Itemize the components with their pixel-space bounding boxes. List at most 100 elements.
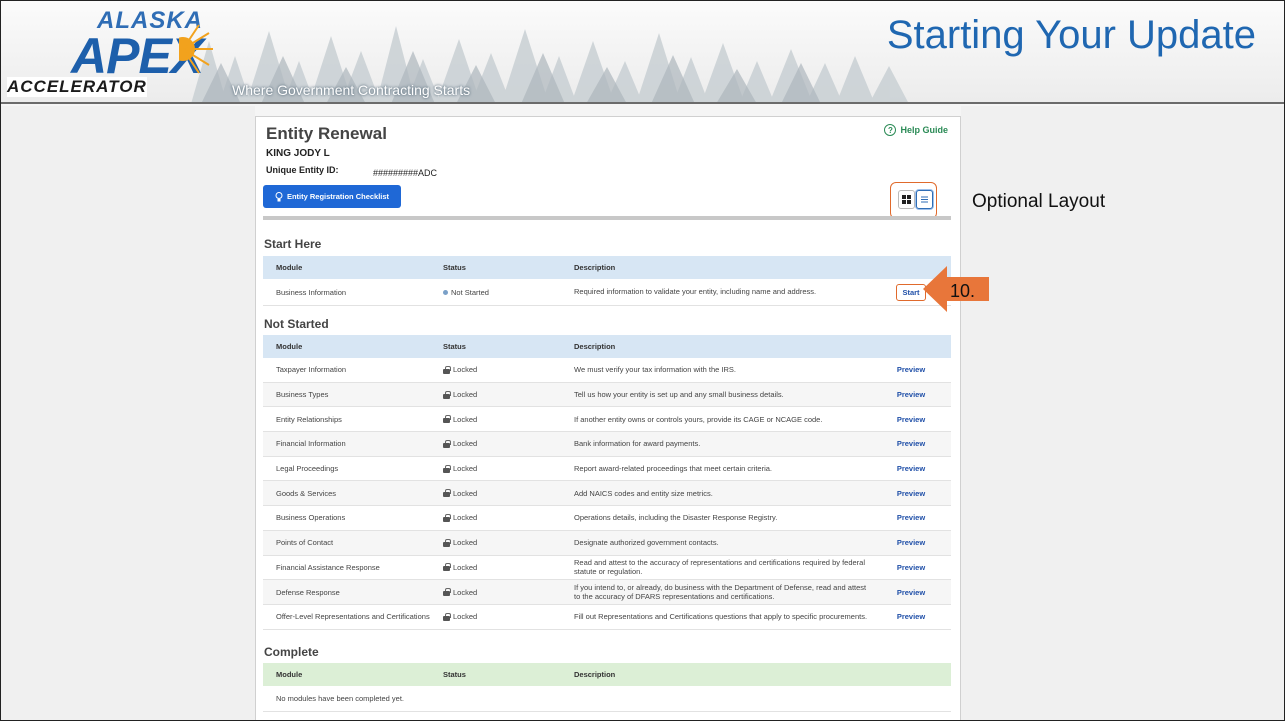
sun-burst-icon [179,24,213,74]
lock-icon [443,538,451,547]
start-button[interactable]: Start [896,283,926,301]
module-name: Financial Information [276,439,346,449]
lock-icon [443,588,451,597]
module-description: Tell us how your entity is set up and an… [574,389,784,399]
left-background [1,106,255,720]
logo-accelerator-text: ACCELERATOR [7,77,147,97]
section-title-not-started: Not Started [264,317,329,331]
question-circle-icon: ? [884,124,897,136]
help-guide-link[interactable]: ? Help Guide [884,124,948,136]
module-name: Points of Contact [276,538,334,548]
section-title-complete: Complete [264,645,319,659]
preview-link[interactable]: Preview [897,390,925,399]
module-name: Business Operations [276,513,346,523]
module-description: Bank information for award payments. [574,439,701,449]
preview-link[interactable]: Preview [897,489,925,498]
module-description: We must verify your tax information with… [574,365,737,375]
lightbulb-icon [275,191,283,201]
grid-view-button[interactable] [898,190,915,209]
status-text: Locked [453,587,478,597]
table-row: Business Information Not Started Require… [263,279,951,306]
entity-name: KING JODY L [266,148,330,159]
column-header-description: Description [574,262,616,272]
module-description: Report award-related proceedings that me… [574,463,773,473]
empty-message: No modules have been completed yet. [276,694,404,703]
uei-label: Unique Entity ID: [266,165,339,175]
table-row: Defense Response Locked If you intend to… [263,580,951,605]
section-title-start-here: Start Here [264,237,322,251]
lock-icon [443,464,451,473]
module-description: Read and attest to the accuracy of repre… [574,557,866,577]
entity-renewal-panel: Entity Renewal KING JODY L Unique Entity… [255,116,961,720]
slide-header: ALASKA APEX ACCELERATOR Where Government… [1,1,1284,104]
preview-link[interactable]: Preview [897,439,925,448]
module-name: Financial Assistance Response [276,562,380,572]
lock-icon [443,390,451,399]
column-header-description: Description [574,341,616,351]
preview-link[interactable]: Preview [897,563,925,572]
module-name: Offer-Level Representations and Certific… [276,612,430,622]
preview-link[interactable]: Preview [897,588,925,597]
slide-title: Starting Your Update [886,13,1256,57]
status-text: Locked [453,612,478,622]
page-title: Entity Renewal [266,124,387,143]
entity-registration-checklist-button[interactable]: Entity Registration Checklist [263,185,401,208]
table-row: Points of Contact Locked Designate autho… [263,530,951,556]
optional-layout-annotation: Optional Layout [972,191,1106,212]
preview-link[interactable]: Preview [897,612,925,621]
not-started-rows: Taxpayer Information Locked We must veri… [263,358,951,630]
module-description: Operations details, including the Disast… [574,513,778,523]
list-icon [921,196,928,203]
list-view-button[interactable] [916,190,933,209]
help-guide-label: Help Guide [900,125,948,135]
status-text: Locked [453,464,478,474]
module-name: Business Types [276,390,329,400]
module-name: Legal Proceedings [276,464,339,474]
preview-link[interactable]: Preview [897,415,925,424]
lock-icon [443,563,451,572]
status-text: Locked [453,414,478,424]
status-text: Locked [453,365,478,375]
module-name: Taxpayer Information [276,365,347,375]
status-text: Locked [453,513,478,523]
layout-toggle-highlight [890,182,937,219]
divider [263,216,951,220]
module-name: Goods & Services [276,488,337,498]
table-row: Goods & Services Locked Add NAICS codes … [263,481,951,507]
tagline: Where Government Contracting Starts [232,82,471,98]
table-row: Business Types Locked Tell us how your e… [263,382,951,408]
preview-link[interactable]: Preview [897,513,925,522]
module-description: Fill out Representations and Certificati… [574,612,868,622]
status-text: Not Started [451,287,489,297]
module-description: If another entity owns or controls yours… [574,414,823,424]
preview-link[interactable]: Preview [897,464,925,473]
lock-icon [443,612,451,621]
status-text: Locked [453,390,478,400]
table-row: Financial Assistance Response Locked Rea… [263,556,951,581]
status-text: Locked [453,562,478,572]
status-text: Locked [453,488,478,498]
module-name: Business Information [276,287,347,297]
status-text: Locked [453,538,478,548]
step-number-annotation: 10. [950,281,976,301]
lock-icon [443,365,451,374]
preview-link[interactable]: Preview [897,365,925,374]
complete-table: Module Status Description No modules hav… [263,663,951,712]
table-row: Business Operations Locked Operations de… [263,506,951,531]
lock-icon [443,415,451,424]
preview-link[interactable]: Preview [897,538,925,547]
table-header: Module Status Description [263,256,951,279]
module-name: Entity Relationships [276,414,342,424]
module-description: If you intend to, or already, do busines… [574,582,867,602]
module-name: Defense Response [276,587,340,597]
table-row: Offer-Level Representations and Certific… [263,605,951,630]
column-header-status: Status [443,263,466,272]
table-header: Module Status Description [263,335,951,358]
empty-row: No modules have been completed yet. [263,686,951,712]
module-description: Required information to validate your en… [574,287,817,297]
table-row: Entity Relationships Locked If another e… [263,407,951,433]
table-row: Financial Information Locked Bank inform… [263,432,951,457]
slide: ALASKA APEX ACCELERATOR Where Government… [0,0,1285,721]
table-row: Legal Proceedings Locked Report award-re… [263,457,951,482]
module-description: Add NAICS codes and entity size metrics. [574,488,713,498]
